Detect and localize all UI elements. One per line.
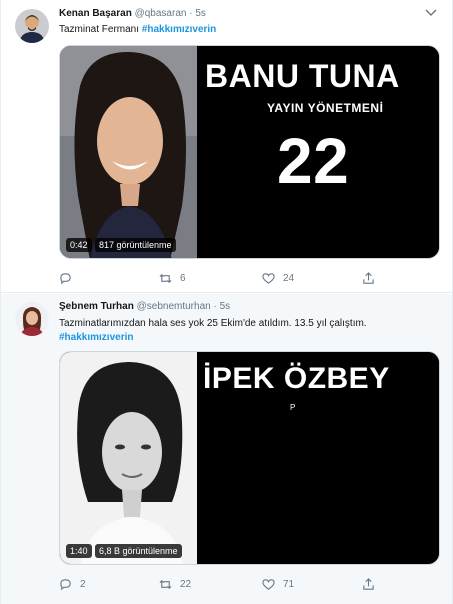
like-icon (262, 579, 275, 590)
video-number: 22 (277, 125, 350, 197)
like-icon (262, 273, 275, 284)
author-handle[interactable]: @sebnemturhan (137, 301, 211, 312)
tweet-text-body: Tazminat Fermanı (59, 24, 140, 35)
reply-button[interactable]: 2 (59, 578, 86, 591)
video-thumbnail-photo (60, 352, 197, 564)
like-count: 24 (283, 273, 295, 284)
video-player[interactable]: İPEK ÖZBEY P 1:40 6,8 B görüntülenme (59, 351, 440, 565)
video-title: İPEK ÖZBEY (203, 362, 390, 395)
tweet-text: Tazminat Fermanı #hakkımızıverin (59, 23, 216, 37)
tweet[interactable]: Şebnem Turhan @sebnemturhan · 5s Tazmina… (1, 294, 452, 604)
separator-dot: · (213, 301, 217, 312)
hashtag-link[interactable]: #hakkımızıverin (59, 331, 439, 345)
retweet-button[interactable]: 22 (159, 578, 191, 591)
avatar[interactable] (15, 302, 49, 336)
reply-icon (60, 273, 71, 285)
timestamp[interactable]: 5s (195, 8, 206, 19)
author-name[interactable]: Kenan Başaran (59, 8, 132, 19)
timeline: Kenan Başaran @qbasaran · 5s Tazminat Fe… (0, 0, 453, 604)
tweet-header: Kenan Başaran @qbasaran · 5s (59, 8, 206, 19)
share-icon (363, 272, 374, 284)
caret-down-icon[interactable] (424, 8, 438, 18)
hashtag-link[interactable]: #hakkımızıverin (142, 24, 216, 35)
share-icon (363, 578, 374, 590)
video-player[interactable]: BANU TUNA YAYIN YÖNETMENİ 22 0:42 817 gö… (59, 45, 440, 259)
retweet-button[interactable]: 6 (159, 272, 186, 285)
video-views: 6,8 B görüntülenme (95, 544, 182, 558)
retweet-icon (159, 273, 172, 284)
video-duration: 1:40 (66, 544, 92, 558)
tweet-text: Tazminatlarımızdan hala ses yok 25 Ekim'… (59, 317, 439, 345)
tweet-actions: 6 24 (59, 272, 389, 286)
share-button[interactable] (362, 272, 375, 285)
author-name[interactable]: Şebnem Turhan (59, 301, 134, 312)
video-title: BANU TUNA (205, 58, 400, 94)
retweet-count: 6 (180, 273, 186, 284)
author-handle[interactable]: @qbasaran (135, 8, 187, 19)
tweet[interactable]: Kenan Başaran @qbasaran · 5s Tazminat Fe… (1, 0, 452, 293)
separator-dot: · (189, 8, 193, 19)
tweet-actions: 2 22 71 (59, 578, 389, 592)
tweet-header: Şebnem Turhan @sebnemturhan · 5s (59, 301, 230, 312)
video-caption-letter: P (290, 403, 296, 412)
avatar[interactable] (15, 9, 49, 43)
like-button[interactable]: 71 (262, 578, 294, 591)
video-thumbnail-photo (60, 46, 197, 258)
reply-icon (60, 579, 71, 591)
video-duration: 0:42 (66, 238, 92, 252)
video-title-card: İPEK ÖZBEY P (197, 352, 439, 564)
video-views: 817 görüntülenme (95, 238, 176, 252)
share-button[interactable] (362, 578, 375, 591)
retweet-count: 22 (180, 579, 192, 590)
like-count: 71 (283, 579, 295, 590)
like-button[interactable]: 24 (262, 272, 294, 285)
tweet-text-body: Tazminatlarımızdan hala ses yok 25 Ekim'… (59, 318, 367, 329)
reply-button[interactable] (59, 272, 80, 285)
video-subtitle: YAYIN YÖNETMENİ (267, 101, 384, 115)
reply-count: 2 (80, 579, 86, 590)
timestamp[interactable]: 5s (220, 301, 231, 312)
video-title-card: BANU TUNA YAYIN YÖNETMENİ 22 (197, 46, 439, 258)
retweet-icon (159, 579, 172, 590)
